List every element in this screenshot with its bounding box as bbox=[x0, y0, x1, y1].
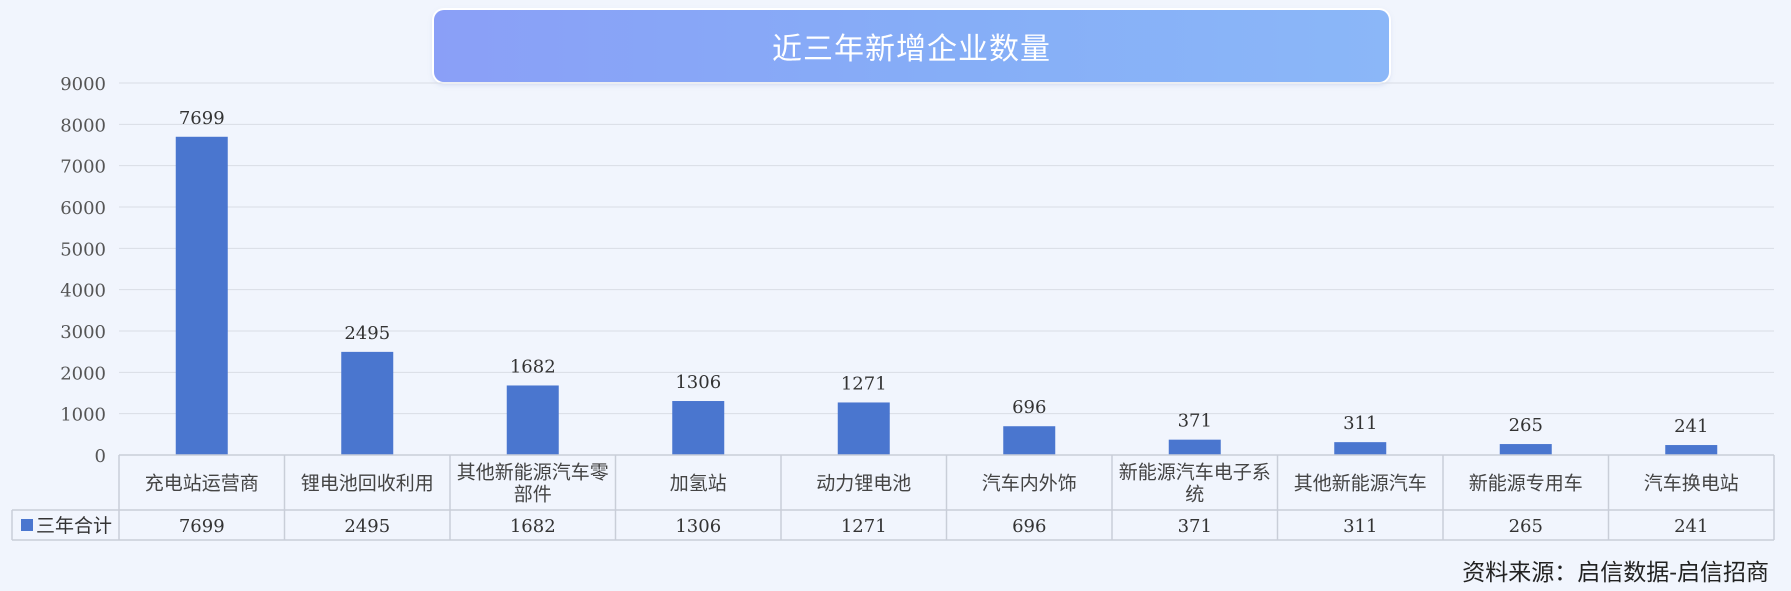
y-tick-label: 3000 bbox=[60, 322, 106, 343]
table-value: 7699 bbox=[179, 516, 225, 537]
y-tick-label: 6000 bbox=[60, 198, 106, 219]
data-label: 265 bbox=[1509, 415, 1543, 436]
bar bbox=[341, 351, 394, 455]
y-tick-label: 9000 bbox=[60, 74, 106, 95]
category-label: 新能源汽车电子系 bbox=[1119, 462, 1271, 484]
bar bbox=[1003, 426, 1056, 455]
bar bbox=[175, 136, 228, 456]
table-value: 1306 bbox=[675, 516, 721, 537]
category-label: 统 bbox=[1185, 484, 1204, 506]
source-note: 资料来源：启信数据-启信招商 bbox=[1462, 560, 1769, 586]
table-value: 311 bbox=[1343, 516, 1377, 537]
y-tick-label: 0 bbox=[95, 446, 106, 467]
category-label: 其他新能源汽车零 bbox=[457, 462, 609, 484]
bar-chart: 0 1000 2000 3000 4000 5000 6000 7000 8000 9000 769… bbox=[11, 74, 1775, 541]
bar bbox=[1499, 444, 1552, 455]
y-tick-label: 8000 bbox=[60, 115, 106, 136]
bar bbox=[837, 402, 890, 455]
y-tick-label: 5000 bbox=[60, 239, 106, 260]
bar bbox=[1334, 442, 1387, 455]
table-value: 265 bbox=[1509, 516, 1543, 537]
category-label: 其他新能源汽车 bbox=[1294, 473, 1427, 495]
data-label: 1682 bbox=[510, 356, 556, 377]
bar bbox=[1665, 445, 1718, 455]
y-tick-label: 1000 bbox=[60, 405, 106, 426]
category-label: 充电站运营商 bbox=[145, 473, 259, 495]
bar bbox=[1168, 439, 1221, 455]
table-value: 2495 bbox=[344, 516, 390, 537]
table-value: 696 bbox=[1012, 516, 1046, 537]
category-label: 部件 bbox=[514, 484, 552, 506]
bar bbox=[672, 401, 725, 455]
y-tick-label: 7000 bbox=[60, 157, 106, 178]
data-label: 311 bbox=[1343, 413, 1377, 434]
category-label: 汽车换电站 bbox=[1644, 473, 1739, 495]
category-label: 动力锂电池 bbox=[816, 473, 911, 495]
category-label: 汽车内外饰 bbox=[982, 473, 1077, 495]
data-label: 696 bbox=[1012, 397, 1046, 418]
data-label: 241 bbox=[1674, 416, 1708, 437]
table-value: 371 bbox=[1178, 516, 1212, 537]
category-label: 锂电池回收利用 bbox=[301, 473, 434, 495]
legend-swatch bbox=[21, 519, 33, 531]
data-label: 7699 bbox=[179, 108, 225, 129]
table-value: 241 bbox=[1674, 516, 1708, 537]
y-tick-label: 4000 bbox=[60, 281, 106, 302]
y-tick-label: 2000 bbox=[60, 363, 106, 384]
category-label: 加氢站 bbox=[670, 473, 727, 495]
table-value: 1271 bbox=[841, 516, 887, 537]
category-label: 新能源专用车 bbox=[1469, 473, 1583, 495]
bar bbox=[506, 385, 559, 455]
data-label: 1271 bbox=[841, 373, 887, 394]
data-label: 1306 bbox=[675, 372, 721, 393]
data-label: 2495 bbox=[344, 323, 390, 344]
legend-series-name: 三年合计 bbox=[36, 515, 112, 537]
table-value: 1682 bbox=[510, 516, 556, 537]
data-label: 371 bbox=[1178, 411, 1212, 432]
